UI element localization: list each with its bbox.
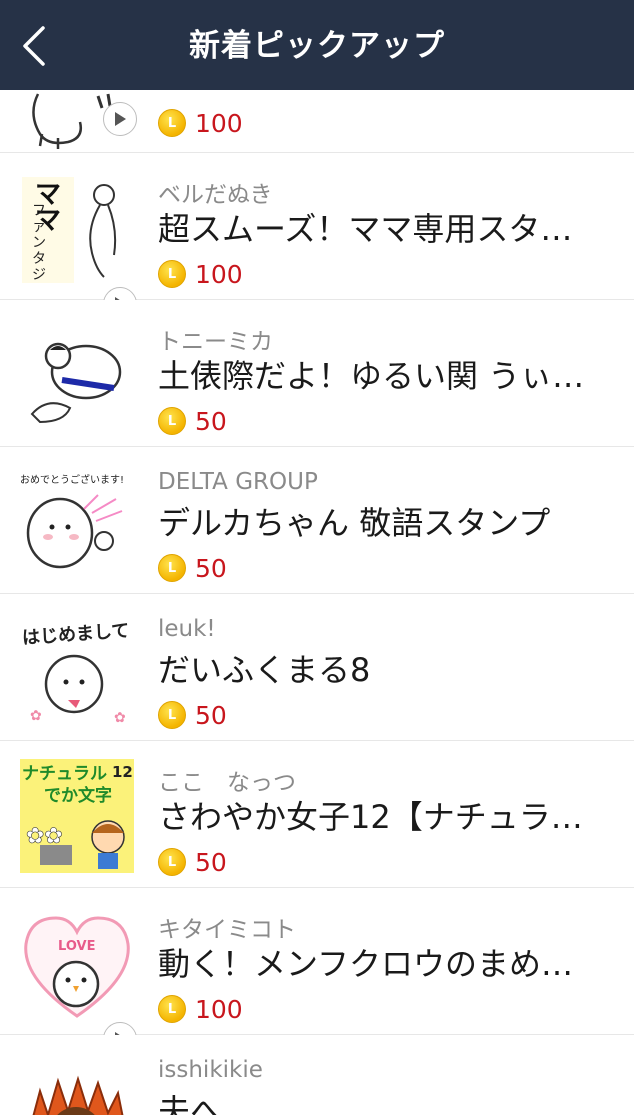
sticker-thumbnail — [18, 1051, 136, 1115]
list-item[interactable]: トニーミカ 土俵際だよ！ゆるい関 うぃ… L 50 — [0, 300, 634, 447]
coin-icon: L — [158, 848, 186, 876]
coin-icon: L — [158, 995, 186, 1023]
creator-name: DELTA GROUP — [158, 469, 318, 495]
sticker-name: 動く！メンフクロウのまめ… — [158, 945, 574, 983]
thumb-caption: LOVE — [58, 939, 95, 954]
price-value: 50 — [195, 553, 227, 583]
sticker-name: 夫へ — [158, 1092, 223, 1115]
sticker-name: 土俵際だよ！ゆるい関 うぃ… — [158, 357, 585, 395]
creator-name: isshikikie — [158, 1057, 263, 1083]
svg-text:ァ: ァ — [32, 219, 46, 235]
price-value: 100 — [195, 108, 243, 138]
thumb-caption: 12 — [112, 763, 133, 781]
list-item[interactable]: はじめまして ✿ ✿ leuk! だいふくまる8 L 50 — [0, 594, 634, 741]
list-item[interactable]: おめでとうございます! DELTA GROUP デルカちゃん 敬語スタンプ L … — [0, 447, 634, 594]
list-item[interactable]: マ マ フ ァ ン タ ジ ベルだぬき 超スムーズ！ママ専用スタ… L 100 — [0, 153, 634, 321]
price-value: 100 — [195, 259, 243, 289]
sticker-name: デルカちゃん 敬語スタンプ — [158, 504, 551, 542]
sticker-name: だいふくまる8 — [158, 651, 371, 689]
thumb-caption: でか文字 — [44, 785, 112, 806]
sticker-thumbnail: ナチュラル 12 でか文字 ✿✿ — [18, 757, 136, 875]
price: L 100 — [158, 994, 243, 1024]
creator-name: ベルだぬき — [158, 182, 273, 208]
svg-text:ン: ン — [32, 235, 46, 251]
thumb-caption: はじめまして — [21, 620, 130, 648]
sticker-name: さわやか女子12【ナチュラ… — [158, 798, 583, 836]
list-item[interactable]: isshikikie 夫へ — [0, 1035, 634, 1115]
creator-name: トニーミカ — [158, 329, 273, 355]
coin-icon: L — [158, 407, 186, 435]
svg-text:✿: ✿ — [114, 710, 126, 726]
sticker-thumbnail: おめでとうございます! — [18, 463, 136, 581]
thumb-caption: ナチュラル — [22, 764, 107, 784]
thumb-caption: おめでとうございます! — [20, 473, 124, 486]
price: L 50 — [158, 700, 227, 730]
sticker-list[interactable]: L 100 マ マ フ ァ ン タ ジ ベルだぬき 超スムーズ！ママ専用スタ… — [0, 90, 634, 1115]
page-title: 新着ピックアップ — [189, 28, 445, 64]
svg-text:✿: ✿ — [30, 708, 42, 724]
list-item[interactable]: L 100 — [0, 90, 634, 153]
sticker-thumbnail: LOVE — [18, 904, 136, 1022]
list-item[interactable]: LOVE キタイミコト 動く！メンフクロウのまめ… L 100 — [0, 888, 634, 1056]
coin-icon: L — [158, 554, 186, 582]
sticker-thumbnail: マ マ フ ァ ン タ ジ — [18, 169, 136, 287]
price-value: 50 — [195, 847, 227, 877]
coin-icon: L — [158, 109, 186, 137]
svg-text:ジ: ジ — [32, 267, 46, 283]
price: L 100 — [158, 259, 243, 289]
svg-text:フ: フ — [32, 203, 46, 219]
price-value: 50 — [195, 406, 227, 436]
sticker-thumbnail: はじめまして ✿ ✿ — [18, 610, 136, 728]
price: L 100 — [158, 108, 243, 138]
creator-name: ここ なっつ — [158, 770, 296, 796]
list-item[interactable]: ナチュラル 12 でか文字 ✿✿ ここ なっつ さわやか女子12【ナチュラ… L… — [0, 741, 634, 888]
price-value: 50 — [195, 700, 227, 730]
play-icon — [103, 102, 137, 136]
price: L 50 — [158, 406, 227, 436]
top-nav-bar: 新着ピックアップ — [0, 0, 634, 90]
price: L 50 — [158, 553, 227, 583]
price: L 50 — [158, 847, 227, 877]
coin-icon: L — [158, 260, 186, 288]
coin-icon: L — [158, 701, 186, 729]
price-value: 100 — [195, 994, 243, 1024]
sticker-thumbnail — [18, 316, 136, 434]
creator-name: キタイミコト — [158, 917, 296, 943]
sticker-name: 超スムーズ！ママ専用スタ… — [158, 210, 573, 248]
creator-name: leuk! — [158, 616, 216, 642]
svg-text:タ: タ — [32, 251, 46, 267]
